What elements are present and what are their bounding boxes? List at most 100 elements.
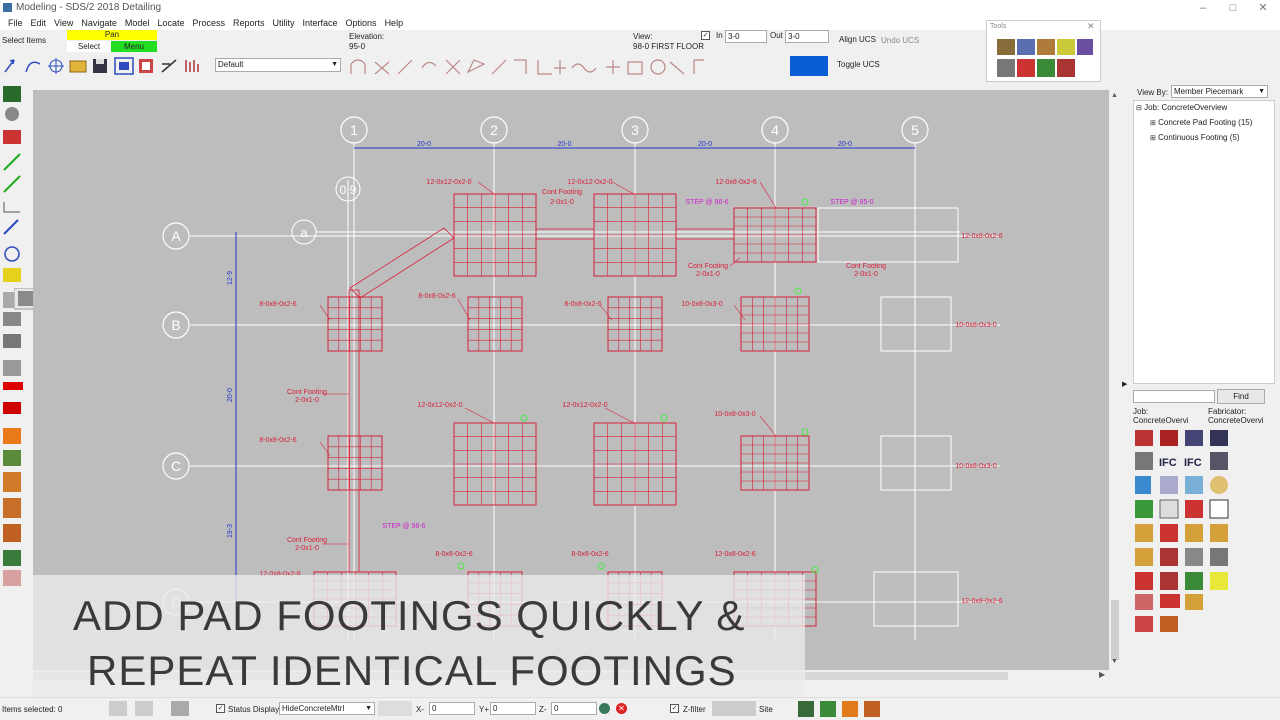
tree-expand-icon[interactable]: ⊞ [1150, 120, 1156, 127]
vt-orange-icon [3, 428, 21, 444]
grid-label-sub: 0.9 [340, 183, 357, 197]
tree-item-pad-footing[interactable]: ⊞ Concrete Pad Footing (15) [1150, 118, 1252, 127]
vt-grate-icon [3, 524, 21, 542]
menu-utility[interactable]: Utility [269, 16, 299, 30]
tool-stair-icon [1077, 39, 1093, 55]
status-icons-left[interactable] [105, 698, 195, 718]
tools-window: Tools ✕ [986, 20, 1101, 82]
pan-mode-button[interactable]: Pan [67, 30, 157, 40]
menu-help[interactable]: Help [381, 16, 408, 30]
x-field[interactable]: 0 [429, 702, 475, 715]
dimension-label-left: 19-3 [227, 524, 234, 538]
menu-mode-button[interactable]: Menu [111, 41, 157, 52]
footing-label: 12-0x12-0x2-0 [562, 402, 607, 409]
status-icons-right[interactable] [794, 698, 884, 718]
status-site-icons[interactable] [712, 701, 756, 716]
rt-r2-icon [1160, 524, 1178, 542]
menu-interface[interactable]: Interface [299, 16, 342, 30]
menu-edit[interactable]: Edit [27, 16, 51, 30]
scroll-up-icon[interactable]: ▲ [1111, 92, 1118, 99]
z-label: Z- [539, 705, 547, 714]
arc-icon [25, 61, 41, 73]
dimension-label-top: 20-0 [557, 141, 571, 148]
tree-continuous-footing-label: Continuous Footing (5) [1158, 133, 1240, 142]
in-checkbox[interactable]: ✓ [701, 31, 710, 40]
footing-label: 12-0x8-0x2-6 [714, 551, 755, 558]
grid-label-sub: a [300, 225, 308, 240]
panel-expand-icon[interactable]: ▶ [1122, 380, 1127, 388]
tool-beam-icon [997, 39, 1015, 55]
bend-icon [514, 59, 527, 74]
vertical-scroll-thumb[interactable] [1111, 600, 1119, 660]
site-label: Site [759, 705, 773, 714]
status-tools-icon[interactable] [378, 701, 412, 716]
toggle-ucs-button[interactable]: Toggle UCS [837, 60, 880, 69]
out-field[interactable]: 3-0 [785, 30, 829, 43]
view-by-select[interactable]: Member Piecemark ▼ [1171, 85, 1268, 98]
menu-navigate[interactable]: Navigate [77, 16, 121, 30]
rt-sphere-icon [1210, 476, 1228, 494]
menu-view[interactable]: View [50, 16, 77, 30]
footing-label: 8-0x8-0x2-6 [564, 301, 601, 308]
elevation-label: Elevation: [349, 32, 385, 41]
status-cancel-icon[interactable]: ✕ [616, 703, 627, 714]
find-button[interactable]: Find [1217, 389, 1265, 404]
undo-ucs-button[interactable]: Undo UCS [881, 36, 919, 45]
anchor-icon [554, 60, 566, 74]
tools-icon-grid[interactable] [995, 35, 1095, 81]
z-field[interactable]: 0 [551, 702, 597, 715]
toolbar-icons-left[interactable] [0, 54, 210, 78]
minimize-button[interactable]: – [1188, 0, 1218, 16]
y-field[interactable]: 0 [490, 702, 536, 715]
rt-ifc2-icon: IFC [1184, 457, 1202, 469]
tree-item-continuous-footing[interactable]: ⊞ Continuous Footing (5) [1150, 133, 1240, 142]
menu-process[interactable]: Process [188, 16, 229, 30]
status-apply-icon[interactable] [599, 703, 610, 714]
tree-job-label: Job: ConcreteOverview [1144, 103, 1228, 112]
zfilter-checkbox[interactable]: ✓ [670, 704, 679, 713]
caption-overlay: ADD PAD FOOTINGS QUICKLY & REPEAT IDENTI… [33, 575, 805, 697]
menu-locate[interactable]: Locate [153, 16, 188, 30]
menu-options[interactable]: Options [342, 16, 381, 30]
find-input[interactable] [1133, 390, 1215, 403]
footing-label: 2-0x1-0 [696, 271, 720, 278]
view-by-value: Member Piecemark [1174, 87, 1244, 96]
maximize-button[interactable]: □ [1218, 0, 1248, 16]
menu-model[interactable]: Model [121, 16, 154, 30]
vertical-scrollbar[interactable]: ▲ ▼ [1109, 90, 1121, 668]
tree-pad-footing-label: Concrete Pad Footing (15) [1158, 118, 1253, 127]
save-icon [93, 59, 107, 73]
target-icon [650, 59, 666, 75]
layer-select[interactable]: Default ▼ [215, 58, 341, 72]
rt-r12-icon [1210, 572, 1228, 590]
status-display-checkbox[interactable]: ✓ [216, 704, 225, 713]
select-mode-button[interactable]: Select [67, 41, 111, 52]
fabricator-label: Fabricator: [1208, 407, 1247, 416]
align-ucs-button[interactable]: Align UCS [839, 35, 876, 44]
model-tree[interactable]: ⊟ Job: ConcreteOverview ⊞ Concrete Pad F… [1133, 100, 1275, 384]
left-vertical-toolbar[interactable] [0, 84, 32, 624]
menu-file[interactable]: File [4, 16, 27, 30]
tree-expand-icon[interactable]: ⊞ [1150, 135, 1156, 142]
in-field[interactable]: 3-0 [725, 30, 767, 43]
select-box-icon [114, 57, 134, 75]
status-display-select[interactable]: HideConcreteMtrl ▼ [279, 702, 375, 715]
rt-r8-icon [1210, 548, 1228, 566]
toolbar-icons-modeling[interactable] [348, 54, 828, 80]
tree-item-job[interactable]: ⊟ Job: ConcreteOverview [1136, 103, 1227, 112]
status-hand-icon [864, 701, 880, 717]
menu-reports[interactable]: Reports [229, 16, 269, 30]
close-button[interactable]: ✕ [1248, 0, 1278, 16]
arrow-icon [4, 59, 15, 73]
vt-line2-icon [3, 175, 21, 193]
tools-close-icon[interactable]: ✕ [1087, 21, 1095, 32]
rt-r4-icon [1210, 524, 1228, 542]
step-label: STEP @ 95-0 [830, 199, 873, 206]
scroll-down-icon[interactable]: ▼ [1111, 658, 1118, 665]
footing-label: Cont Footing [688, 263, 728, 270]
tree-collapse-icon[interactable]: ⊟ [1136, 105, 1142, 112]
scroll-right-icon[interactable]: ▶ [1099, 670, 1105, 679]
rt-pen-icon [1185, 500, 1203, 518]
dimension-label-left: 20-0 [227, 388, 234, 402]
right-tool-grid[interactable]: IFC IFC [1133, 428, 1233, 633]
